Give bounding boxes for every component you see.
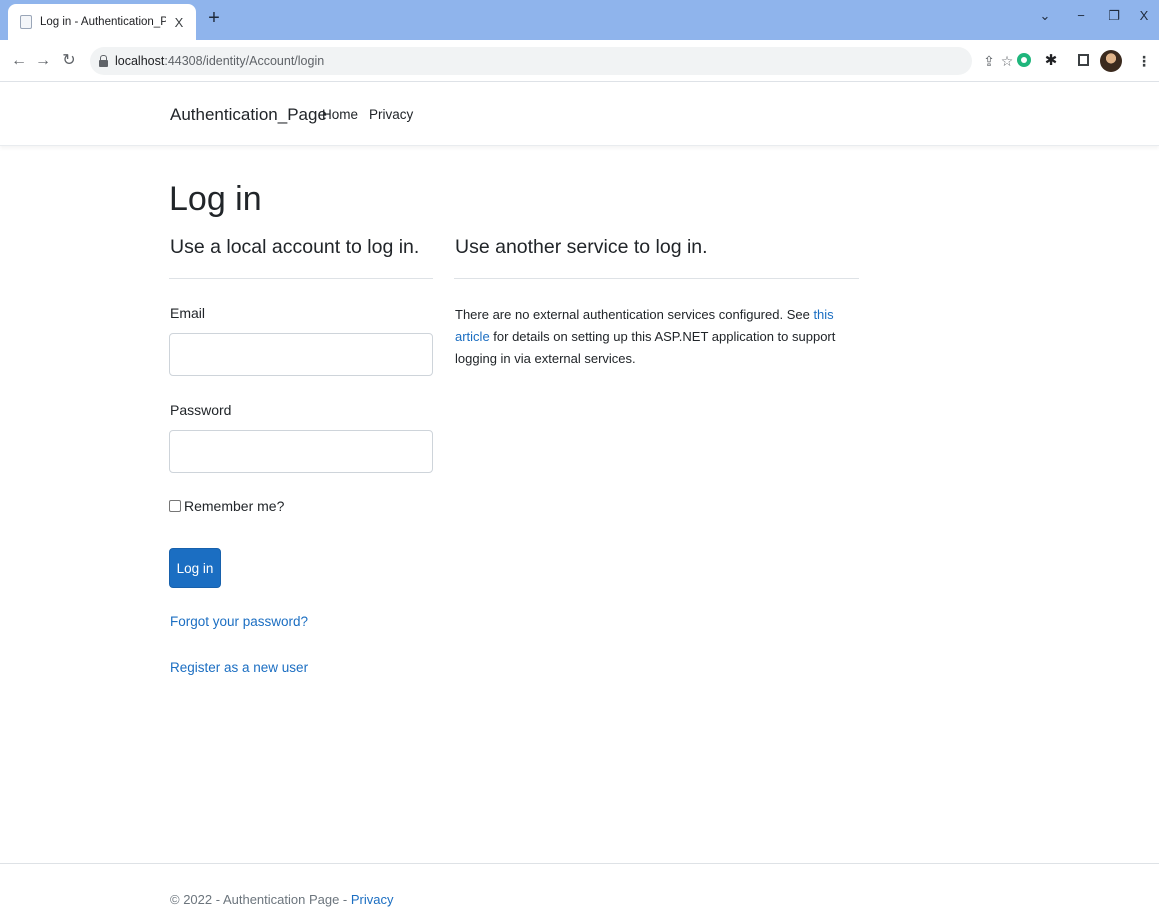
sidepanel-icon[interactable] <box>1078 54 1089 66</box>
nav-link-privacy[interactable]: Privacy <box>369 107 413 122</box>
url-host: localhost <box>115 54 165 68</box>
back-arrow-icon[interactable]: ← <box>10 51 28 71</box>
local-account-heading: Use a local account to log in. <box>170 236 420 258</box>
tab-search-icon[interactable]: ⌄ <box>1036 7 1054 25</box>
local-divider <box>169 278 433 279</box>
new-tab-icon[interactable]: + <box>204 7 224 29</box>
footer-copyright: © 2022 - Authentication Page - <box>170 892 351 907</box>
page-favicon-icon <box>20 15 32 29</box>
more-icon[interactable]: ⋮ <box>1135 52 1153 70</box>
footer-divider <box>0 863 1159 864</box>
register-link[interactable]: Register as a new user <box>170 660 308 675</box>
info-text-end: for details on setting up this ASP.NET a… <box>455 329 836 366</box>
star-icon[interactable]: ☆ <box>998 52 1016 70</box>
email-field[interactable] <box>169 333 433 376</box>
share-icon[interactable]: ⇪ <box>980 52 998 70</box>
forgot-password-link[interactable]: Forgot your password? <box>170 614 308 629</box>
password-field[interactable] <box>169 430 433 473</box>
site-navbar: Authentication_Page Home Privacy <box>0 82 1159 146</box>
browser-tab-active[interactable]: Log in - Authentication_Page X <box>8 4 196 40</box>
address-bar[interactable]: localhost:44308/identity/Account/login <box>90 47 972 75</box>
forward-arrow-icon[interactable]: → <box>34 51 52 71</box>
lock-icon[interactable] <box>98 54 109 68</box>
footer: © 2022 - Authentication Page - Privacy <box>170 892 394 907</box>
url-path: :44308/identity/Account/login <box>164 54 325 68</box>
external-services-info: There are no external authentication ser… <box>455 304 865 370</box>
profile-avatar[interactable] <box>1100 50 1122 72</box>
footer-privacy-link[interactable]: Privacy <box>351 892 394 907</box>
remember-me-row[interactable]: Remember me? <box>169 498 284 514</box>
window-close-icon[interactable]: X <box>1135 7 1153 25</box>
login-button[interactable]: Log in <box>169 548 221 588</box>
remember-me-checkbox[interactable] <box>169 500 181 512</box>
external-login-heading: Use another service to log in. <box>455 236 708 258</box>
nav-link-home[interactable]: Home <box>322 107 358 122</box>
password-label: Password <box>170 402 232 418</box>
restore-icon[interactable]: ❐ <box>1105 7 1123 25</box>
tab-title: Log in - Authentication_Page <box>40 16 166 28</box>
external-divider <box>454 278 859 279</box>
info-text-start: There are no external authentication ser… <box>455 307 814 322</box>
browser-toolbar: ← → ↻ localhost:44308/identity/Account/l… <box>0 40 1159 82</box>
puzzle-icon[interactable]: ✱ <box>1042 52 1060 70</box>
brand-link[interactable]: Authentication_Page <box>170 105 327 125</box>
remember-me-label[interactable]: Remember me? <box>184 498 284 514</box>
tab-close-icon[interactable]: X <box>172 15 186 30</box>
minimize-icon[interactable]: − <box>1072 7 1090 25</box>
reload-icon[interactable]: ↻ <box>60 51 78 71</box>
extension-green-icon[interactable] <box>1017 53 1031 67</box>
browser-tabstrip: Log in - Authentication_Page X + ⌄ − ❐ X <box>0 0 1159 40</box>
email-label: Email <box>170 305 206 321</box>
page-title: Log in <box>169 180 262 218</box>
